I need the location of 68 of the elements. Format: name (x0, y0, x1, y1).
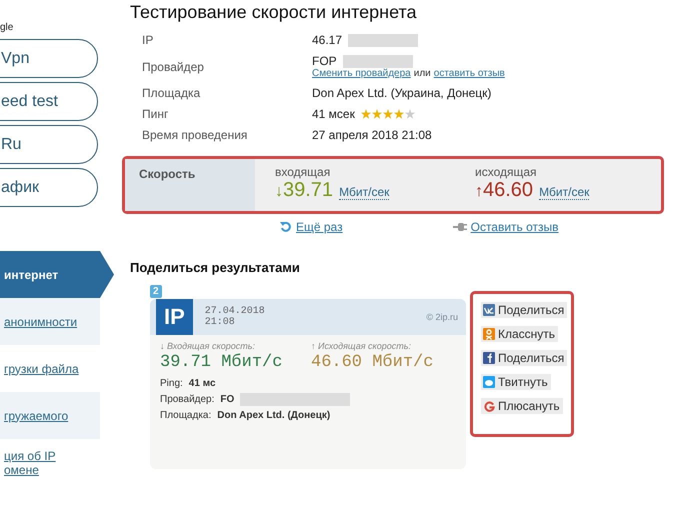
number-badge: 2 (150, 285, 162, 298)
info-label: Время проведения (142, 128, 248, 142)
change-provider-link[interactable]: Сменить провайдера (312, 68, 411, 79)
card-value: FO (220, 394, 234, 405)
sidebar-pill-link[interactable]: Ru (0, 125, 98, 164)
star-icon (404, 109, 415, 119)
share-button[interactable]: Твитнуть (481, 374, 551, 390)
leave-review-link[interactable]: Оставить отзыв (470, 220, 559, 234)
info-label: Провайдер (142, 58, 205, 76)
share-button[interactable]: Плюсануть (481, 398, 563, 414)
social-icon (483, 304, 495, 316)
card-value: 41 мс (188, 378, 216, 389)
retry-link[interactable]: Ещё раз (296, 220, 343, 234)
speed-value: ↓39.71 (275, 179, 334, 202)
info-value: FOP (312, 54, 337, 68)
info-value: 27 апреля 2018 21:08 (312, 128, 432, 142)
social-icon (483, 352, 495, 364)
star-icon (360, 109, 371, 119)
social-icon (483, 328, 495, 340)
sidebar-caption: gle (0, 22, 14, 33)
sidebar-pill-link[interactable]: афик (0, 168, 98, 207)
speed-unit-link[interactable]: Мбит/сек (339, 185, 390, 200)
info-label: Площадка (142, 86, 202, 100)
refresh-icon (280, 221, 292, 233)
share-button[interactable]: Поделиться (481, 350, 568, 366)
social-icon (483, 376, 495, 388)
card-date: 27.04.2018 (204, 306, 265, 317)
info-value: 46.17 (312, 33, 342, 47)
upload-value: 46.60 Мбит/с (311, 352, 434, 372)
logo: IP (156, 299, 193, 335)
sidebar-nav-item[interactable]: ция об IP омене (0, 439, 100, 486)
sidebar-pill-link[interactable]: eed test (0, 82, 98, 121)
star-icon (394, 109, 404, 119)
upload-caption: ↑ Исходящая скорость: (311, 341, 412, 351)
sidebar-nav-item[interactable]: интернет (0, 251, 114, 298)
redacted-block (342, 54, 413, 68)
share-heading: Поделиться результатами (130, 260, 301, 275)
card-value: Don Apex Ltd. (Донецк) (217, 410, 330, 421)
sidebar-nav-item[interactable]: анонимности (0, 298, 100, 345)
redacted-block (348, 34, 418, 46)
star-icon (382, 109, 393, 119)
info-value: 41 мсек (312, 107, 355, 121)
site-credit: © 2ip.ru (426, 312, 458, 322)
sidebar-pill-link[interactable]: Vpn (0, 39, 98, 78)
info-label: Пинг (142, 107, 170, 121)
plug-icon (452, 222, 467, 232)
card-label: Провайдер: (160, 394, 214, 405)
info-label: IP (142, 33, 154, 47)
download-value: 39.71 Мбит/с (160, 352, 284, 372)
or-text: или (414, 68, 431, 79)
star-icon (372, 109, 382, 119)
speed-value: ↑46.60 (475, 179, 534, 202)
speed-caption: исходящая (475, 165, 538, 179)
share-button[interactable]: Класснуть (481, 326, 558, 342)
info-value: Don Apex Ltd. (Украина, Донецк) (312, 86, 492, 100)
social-icon (483, 400, 495, 412)
card-label: Площадка: (160, 410, 212, 421)
card-time: 21:08 (204, 317, 236, 328)
download-caption: ↓ Входящая скорость: (160, 341, 256, 351)
speed-caption: входящая (275, 165, 332, 179)
leave-review-link[interactable]: оставить отзыв (434, 68, 505, 79)
share-button[interactable]: Поделиться (481, 302, 568, 318)
card-label: Ping: (160, 378, 183, 389)
page-title: Тестирование скорости интернета (130, 2, 418, 23)
speed-unit-link[interactable]: Мбит/сек (539, 185, 590, 200)
speed-label: Скорость (125, 159, 255, 211)
sidebar-nav-item[interactable]: грузки файла (0, 345, 100, 392)
sidebar-nav-item[interactable]: гружаемого (0, 392, 100, 439)
